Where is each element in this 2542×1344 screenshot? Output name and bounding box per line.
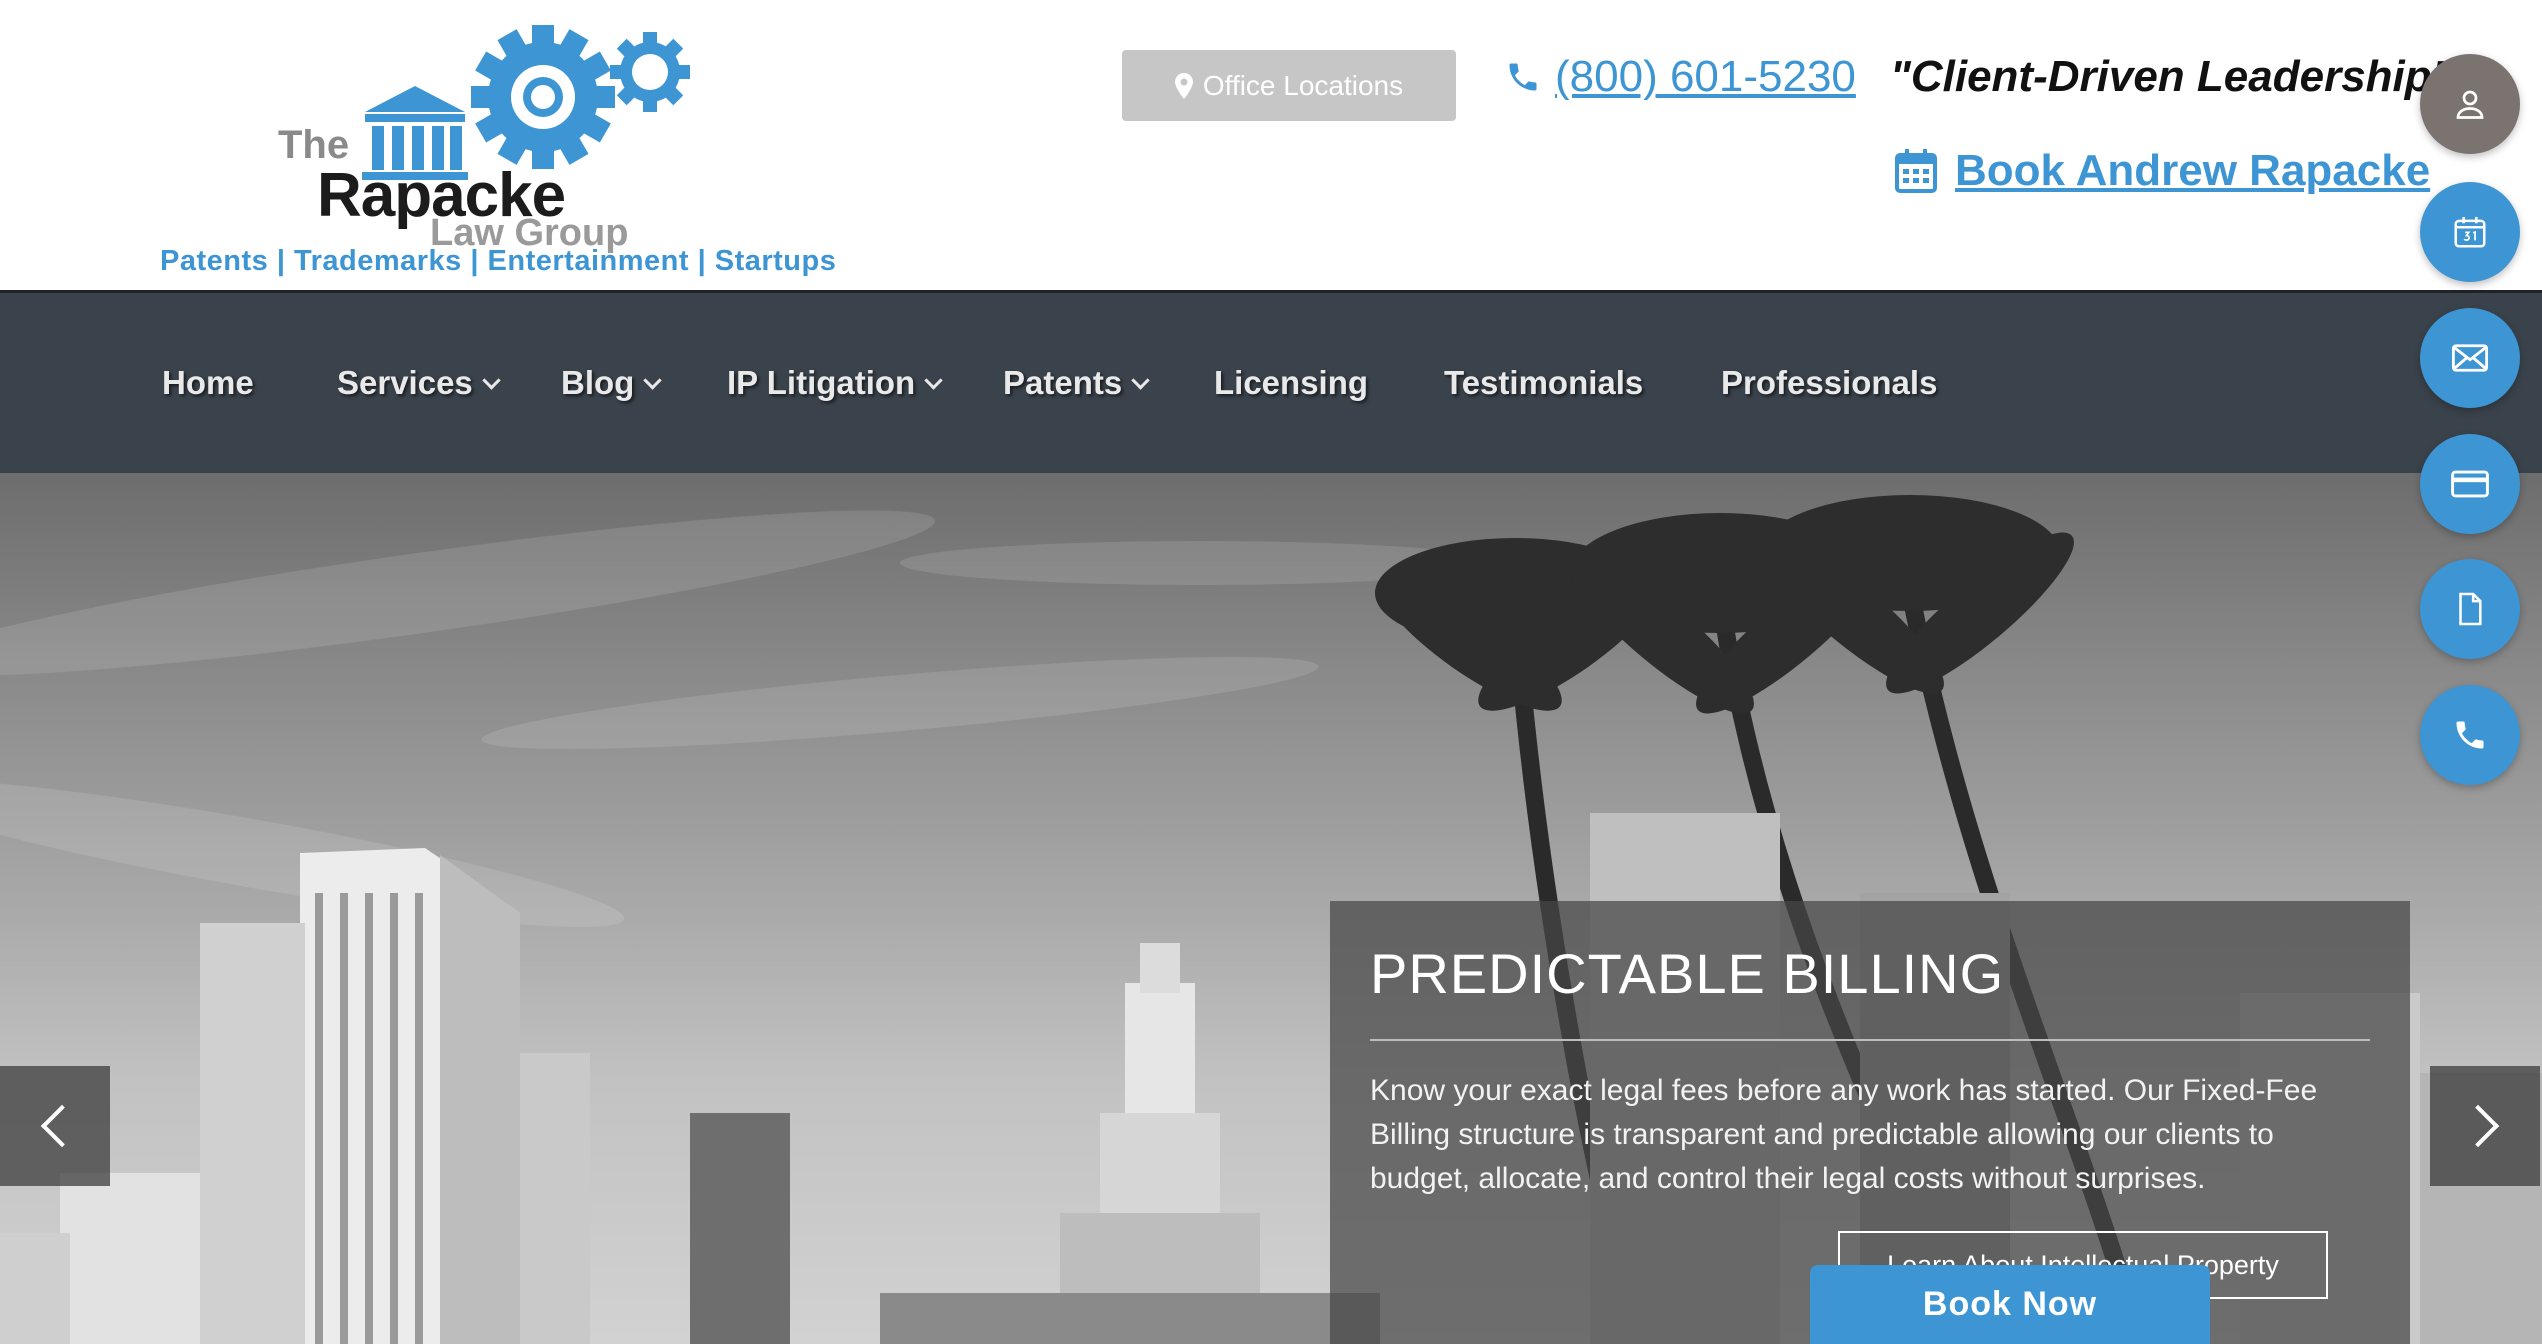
nav-item-home[interactable]: Home bbox=[162, 293, 254, 473]
site-header: The Rapacke Law Group Patents | Trademar… bbox=[0, 0, 2542, 293]
nav-item-professionals[interactable]: Professionals bbox=[1721, 293, 1937, 473]
hero-slider: PREDICTABLE BILLING Know your exact lega… bbox=[0, 473, 2542, 1344]
chevron-down-icon bbox=[643, 370, 663, 390]
nav-item-label: Blog bbox=[561, 364, 635, 401]
user-icon bbox=[2456, 90, 2484, 119]
main-navigation: Home Services Blog IP Litigation Patents… bbox=[0, 293, 2542, 473]
nav-item-testimonials[interactable]: Testimonials bbox=[1444, 293, 1643, 473]
slide-title: PREDICTABLE BILLING bbox=[1370, 942, 2005, 1005]
slide-text: Know your exact legal fees before any wo… bbox=[1370, 1074, 2318, 1195]
nav-item-label: Professionals bbox=[1721, 364, 1938, 401]
nav-item-label: Patents bbox=[1003, 364, 1123, 401]
nav-item-blog[interactable]: Blog bbox=[561, 293, 663, 473]
phone-icon bbox=[1509, 63, 1537, 91]
practice-areas-tagline: Patents | Trademarks | Entertainment | S… bbox=[160, 245, 837, 277]
phone-number: (800) 601-5230 bbox=[1555, 52, 1856, 101]
phone-fab[interactable] bbox=[2420, 685, 2520, 785]
chevron-down-icon bbox=[482, 370, 501, 390]
nav-item-services[interactable]: Services bbox=[337, 293, 501, 473]
slider-prev-button[interactable] bbox=[0, 1066, 110, 1186]
nav-item-licensing[interactable]: Licensing bbox=[1214, 293, 1368, 473]
envelope-icon bbox=[2451, 344, 2489, 372]
slider-next-button[interactable] bbox=[2430, 1066, 2540, 1186]
nav-item-label: IP Litigation bbox=[727, 364, 916, 401]
nav-item-label: Testimonials bbox=[1444, 364, 1644, 401]
email-fab[interactable] bbox=[2420, 308, 2520, 408]
calendar-icon bbox=[2454, 216, 2486, 248]
document-fab[interactable] bbox=[2420, 559, 2520, 659]
chevron-down-icon bbox=[1131, 370, 1150, 390]
book-andrew-link[interactable]: Book Andrew Rapacke bbox=[1895, 146, 2430, 196]
user-fab[interactable] bbox=[2420, 54, 2520, 154]
map-pin-icon bbox=[1174, 72, 1193, 99]
divider bbox=[1370, 1039, 2370, 1041]
nav-item-patents[interactable]: Patents bbox=[1003, 293, 1150, 473]
phone-link[interactable]: (800) 601-5230 bbox=[1505, 52, 1856, 102]
credit-card-icon bbox=[2451, 470, 2489, 498]
document-icon bbox=[2459, 592, 2482, 626]
nav-item-label: Licensing bbox=[1214, 364, 1369, 401]
calendar-fab[interactable] bbox=[2420, 182, 2520, 282]
office-locations-label: Office Locations bbox=[1202, 69, 1404, 101]
book-now-button[interactable]: Book Now bbox=[1810, 1265, 2210, 1344]
payment-fab[interactable] bbox=[2420, 434, 2520, 534]
motto: "Client-Driven Leadership" bbox=[1890, 52, 2453, 101]
calendar-icon bbox=[1895, 149, 1937, 193]
nav-item-label: Home bbox=[162, 364, 254, 401]
nav-item-label: Services bbox=[337, 364, 473, 401]
chevron-down-icon bbox=[924, 370, 943, 390]
chevron-left-icon bbox=[40, 1104, 84, 1148]
nav-item-ip-litigation[interactable]: IP Litigation bbox=[727, 293, 943, 473]
chevron-right-icon bbox=[2456, 1104, 2500, 1148]
office-locations-button[interactable]: Office Locations bbox=[1122, 50, 1456, 121]
phone-icon bbox=[2456, 721, 2484, 749]
book-andrew-label: Book Andrew Rapacke bbox=[1955, 146, 2431, 195]
